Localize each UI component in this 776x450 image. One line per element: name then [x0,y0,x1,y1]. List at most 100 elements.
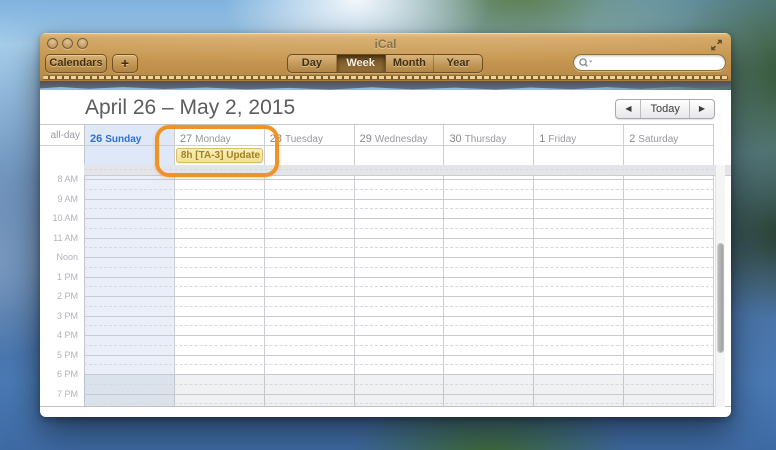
today-button[interactable]: Today [641,100,689,118]
view-tab-month[interactable]: Month [386,55,435,72]
day-header-tuesday[interactable]: 28Tuesday [265,125,355,145]
hour-line [84,335,714,336]
all-day-cell-monday[interactable]: 8h [TA-3] Update s… [175,146,265,165]
day-header-friday[interactable]: 1Friday [534,125,624,145]
half-hour-line [84,228,714,229]
hour-line [84,355,714,356]
day-name: Sunday [105,134,141,145]
time-label: 11 AM [40,233,78,243]
half-hour-line [84,267,714,268]
half-hour-line [84,364,714,365]
all-day-cell-wednesday[interactable] [355,146,445,165]
view-tab-year[interactable]: Year [434,55,482,72]
all-day-cell-tuesday[interactable] [265,146,355,165]
day-header-saturday[interactable]: 2Saturday [624,125,714,145]
desktop: iCal Calendars + DayWeekMonthYear [0,0,776,450]
time-label: 3 PM [40,311,78,321]
calendars-button[interactable]: Calendars [45,54,107,73]
time-label: 6 PM [40,369,78,379]
day-number: 29 [360,133,372,145]
day-name: Saturday [638,134,678,145]
hour-line [84,238,714,239]
half-hour-line [84,345,714,346]
hour-line [84,257,714,258]
time-label: 2 PM [40,291,78,301]
half-hour-line [84,325,714,326]
hour-line [84,316,714,317]
half-hour-line [84,208,714,209]
half-hour-line [84,384,714,385]
all-day-event[interactable]: 8h [TA-3] Update s… [176,148,263,163]
time-label: 4 PM [40,330,78,340]
pre-hours-shading [84,165,731,176]
all-day-cell-friday[interactable] [534,146,624,165]
day-number: 27 [180,133,192,145]
hour-line [84,179,714,180]
hour-line [84,296,714,297]
half-hour-line [84,286,714,287]
day-number: 30 [449,133,461,145]
hour-line [84,374,714,375]
search-scope-caret-icon [589,61,592,63]
all-day-row: 8h [TA-3] Update s… [40,146,714,165]
titlebar[interactable]: iCal Calendars + DayWeekMonthYear [40,33,731,82]
time-label: 10 AM [40,213,78,223]
day-header-row: all-day 26Sunday27Monday28Tuesday29Wedne… [40,124,714,146]
torn-paper-edge [40,82,731,90]
search-field[interactable] [573,54,726,71]
add-event-button[interactable]: + [112,54,138,73]
previous-week-button[interactable]: ◀ [616,100,641,118]
day-number: 26 [90,133,102,145]
half-hour-line [84,247,714,248]
day-headers: 26Sunday27Monday28Tuesday29Wednesday30Th… [84,125,714,145]
time-label: Noon [40,252,78,262]
all-day-cell-saturday[interactable] [624,146,714,165]
day-number: 28 [270,133,282,145]
search-input[interactable] [594,57,704,69]
time-label: 1 PM [40,272,78,282]
window-title: iCal [40,37,731,51]
all-day-cell-thursday[interactable] [444,146,534,165]
date-navigation: ◀ Today ▶ [615,99,715,119]
all-day-cells: 8h [TA-3] Update s… [84,146,714,165]
hour-line [84,218,714,219]
day-name: Thursday [465,134,507,145]
evening-hours-shading [84,374,714,406]
half-hour-line [84,169,714,170]
calendar-content: April 26 – May 2, 2015 ◀ Today ▶ all-day… [40,90,731,417]
hour-line [84,277,714,278]
time-grid[interactable]: 8 AM 9 AM 10 AM 11 AM Noon 1 PM 2 PM 3 PM 4 PM 5 … [40,165,731,407]
fullscreen-icon[interactable] [710,39,723,51]
day-number: 2 [629,133,635,145]
all-day-label: all-day [40,130,80,141]
leather-stitching [43,76,728,79]
time-label: 9 AM [40,194,78,204]
day-name: Monday [195,134,231,145]
day-header-thursday[interactable]: 30 Thursday [444,125,534,145]
next-week-button[interactable]: ▶ [690,100,714,118]
view-tab-week[interactable]: Week [337,55,386,72]
day-name: Tuesday [285,134,323,145]
day-header-monday[interactable]: 27Monday [175,125,265,145]
time-label: 8 AM [40,174,78,184]
half-hour-line [84,403,714,404]
day-header-wednesday[interactable]: 29Wednesday [355,125,445,145]
day-name: Friday [548,134,576,145]
view-tab-day[interactable]: Day [288,55,337,72]
scrollbar-thumb[interactable] [717,243,724,353]
all-day-cell-sunday[interactable] [85,146,175,165]
day-number: 1 [539,133,545,145]
ical-window: iCal Calendars + DayWeekMonthYear [40,33,731,417]
day-header-sunday[interactable]: 26Sunday [85,125,175,145]
time-label: 7 PM [40,389,78,399]
hour-line [84,199,714,200]
half-hour-line [84,189,714,190]
week-range-title: April 26 – May 2, 2015 [85,96,295,120]
half-hour-line [84,306,714,307]
view-switcher: DayWeekMonthYear [287,54,483,73]
vertical-scrollbar[interactable] [715,165,725,407]
toolbar: Calendars + DayWeekMonthYear [40,54,731,74]
day-name: Wednesday [375,134,428,145]
time-label: 5 PM [40,350,78,360]
search-icon [578,57,594,68]
